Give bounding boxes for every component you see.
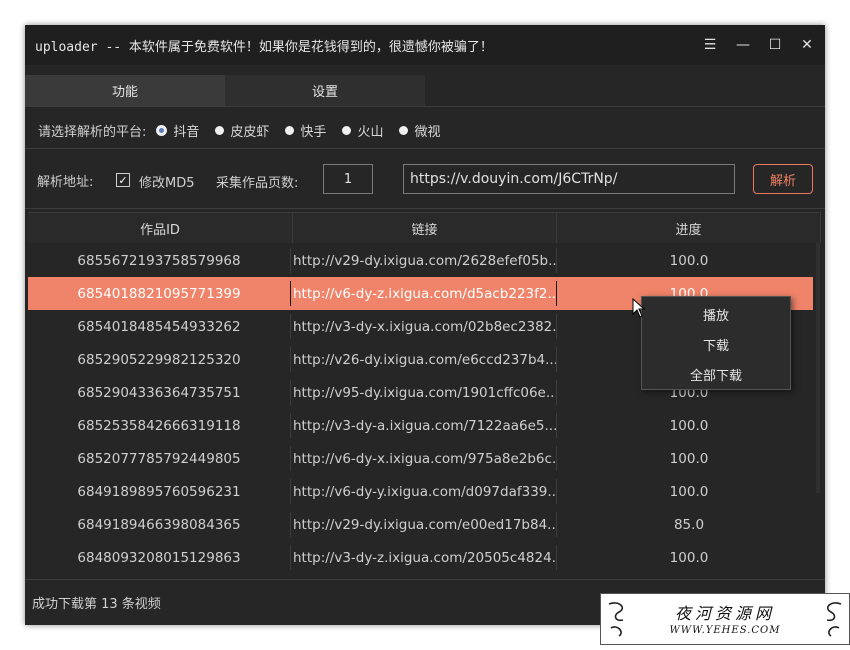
radio-weishi[interactable]: 微视 <box>399 121 440 140</box>
column-header-id[interactable]: 作品ID <box>28 213 293 243</box>
column-header-link[interactable]: 链接 <box>293 213 557 243</box>
cell-id: 6855672193758579968 <box>77 252 241 269</box>
cell-link: http://v6-dy-x.ixigua.com/975a8e2b6c... <box>290 446 557 471</box>
vertical-scrollbar[interactable] <box>815 243 821 580</box>
radio-unchecked-icon <box>399 125 409 135</box>
app-window: uploader -- 本软件属于免费软件！如果你是花钱得到的，很遗憾你被骗了！… <box>25 25 825 625</box>
table-row[interactable]: 6852535842666319118 http://v3-dy-a.ixigua… <box>28 409 813 442</box>
cell-id: 6854018821095771399 <box>77 285 241 302</box>
cell-link: http://v95-dy.ixigua.com/1901cffc06e... <box>290 380 557 405</box>
divider <box>25 148 825 149</box>
radio-label: 火山 <box>357 124 384 140</box>
radio-douyin[interactable]: 抖音 <box>156 121 199 140</box>
cell-id: 6849189466398084365 <box>77 516 241 533</box>
platform-selector: 请选择解析的平台: 抖音 皮皮虾 快手 火山 微视 <box>38 120 456 140</box>
cell-link: http://v6-dy-z.ixigua.com/d5acb223f2... <box>290 281 557 306</box>
column-header-progress[interactable]: 进度 <box>557 213 821 243</box>
minimize-icon[interactable]: — <box>731 33 755 57</box>
close-icon[interactable]: ✕ <box>795 33 819 57</box>
radio-unchecked-icon <box>342 125 352 135</box>
cell-id: 6852905229982125320 <box>77 351 241 368</box>
parse-button[interactable]: 解析 <box>753 164 813 194</box>
menu-item-download-all[interactable]: 全部下载 <box>642 360 790 388</box>
radio-pipixia[interactable]: 皮皮虾 <box>215 121 269 140</box>
radio-kuaishou[interactable]: 快手 <box>285 121 326 140</box>
cell-link: http://v3-dy-x.ixigua.com/02b8ec2382... <box>290 314 557 339</box>
title-bar[interactable]: uploader -- 本软件属于免费软件！如果你是花钱得到的，很遗憾你被骗了！… <box>25 25 825 65</box>
tab-settings[interactable]: 设置 <box>225 75 425 106</box>
pages-label: 采集作品页数: <box>216 176 299 191</box>
cell-link: http://v3-dy-z.ixigua.com/20505c4824... <box>290 545 557 570</box>
maximize-icon[interactable]: ☐ <box>763 33 787 57</box>
table-header: 作品ID 链接 进度 <box>28 213 821 243</box>
cell-link: http://v29-dy.ixigua.com/2628efef05b... <box>290 248 557 273</box>
table-row[interactable]: 6849189895760596231 http://v6-dy-y.ixigua… <box>28 475 813 508</box>
table-row[interactable]: 6848093208015129863 http://v3-dy-z.ixigua… <box>28 541 813 574</box>
divider <box>25 208 825 209</box>
divider <box>25 106 825 107</box>
parse-form: 解析地址: ✓ 修改MD5 采集作品页数: 1 https://v.douyin… <box>25 164 825 198</box>
radio-huoshan[interactable]: 火山 <box>342 121 383 140</box>
cell-progress: 85.0 <box>673 516 705 533</box>
tab-function[interactable]: 功能 <box>25 75 225 106</box>
watermark: 夜河资源网 WWW.YEHES.COM <box>600 593 850 645</box>
mouse-cursor-icon <box>632 298 646 318</box>
cell-link: http://v26-dy.ixigua.com/e6ccd237b4... <box>290 347 557 372</box>
cell-id: 6852904336364735751 <box>77 384 241 401</box>
menu-item-play[interactable]: 播放 <box>642 300 790 328</box>
status-text: 成功下载第 13 条视频 <box>32 597 161 612</box>
cell-id: 6854018485454933262 <box>77 318 241 335</box>
divider <box>25 579 825 580</box>
scrollbar-thumb[interactable] <box>816 243 820 493</box>
video-table: 作品ID 链接 进度 6855672193758579968 http://v29… <box>28 212 821 580</box>
radio-label: 快手 <box>300 124 327 140</box>
cell-progress: 100.0 <box>669 417 709 434</box>
cell-link: http://v3-dy-a.ixigua.com/7122aa6e5... <box>290 413 557 438</box>
platform-label: 请选择解析的平台: <box>38 124 147 140</box>
md5-checkbox[interactable]: ✓ <box>116 173 130 187</box>
cell-id: 6852077785792449805 <box>77 450 241 467</box>
cell-id: 6848093208015129863 <box>77 549 241 566</box>
cell-link: http://v6-dy-y.ixigua.com/d097daf339... <box>290 479 557 504</box>
table-row[interactable]: 6849189466398084365 http://v29-dy.ixigua.… <box>28 508 813 541</box>
cell-id: 6849189895760596231 <box>77 483 241 500</box>
watermark-url: WWW.YEHES.COM <box>669 625 781 636</box>
cell-link: http://v29-dy.ixigua.com/e00ed17b84... <box>290 512 557 537</box>
cell-id: 6852535842666319118 <box>77 417 241 434</box>
radio-label: 微视 <box>414 124 441 140</box>
radio-unchecked-icon <box>215 125 225 135</box>
radio-label: 抖音 <box>173 124 200 140</box>
menu-item-download[interactable]: 下载 <box>642 330 790 358</box>
check-icon: ✓ <box>118 173 128 187</box>
cell-progress: 100.0 <box>669 549 709 566</box>
table-row[interactable]: 6852077785792449805 http://v6-dy-x.ixigua… <box>28 442 813 475</box>
tab-bar: 功能 设置 <box>25 75 825 106</box>
md5-label: 修改MD5 <box>139 176 195 191</box>
cell-progress: 100.0 <box>669 252 709 269</box>
menu-icon[interactable]: ☰ <box>698 33 722 57</box>
cell-progress: 100.0 <box>669 450 709 467</box>
radio-label: 皮皮虾 <box>230 124 270 140</box>
context-menu: 播放 下载 全部下载 <box>641 296 791 390</box>
radio-checked-icon <box>156 124 168 136</box>
cell-progress: 100.0 <box>669 483 709 500</box>
table-row[interactable]: 6855672193758579968 http://v29-dy.ixigua.… <box>28 244 813 277</box>
radio-unchecked-icon <box>285 125 295 135</box>
url-input[interactable]: https://v.douyin.com/J6CTrNp/ <box>403 164 735 194</box>
watermark-title: 夜河资源网 <box>674 604 775 623</box>
address-label: 解析地址: <box>37 175 94 190</box>
pages-input[interactable]: 1 <box>323 164 373 194</box>
window-title: uploader -- 本软件属于免费软件！如果你是花钱得到的，很遗憾你被骗了！ <box>35 40 493 55</box>
